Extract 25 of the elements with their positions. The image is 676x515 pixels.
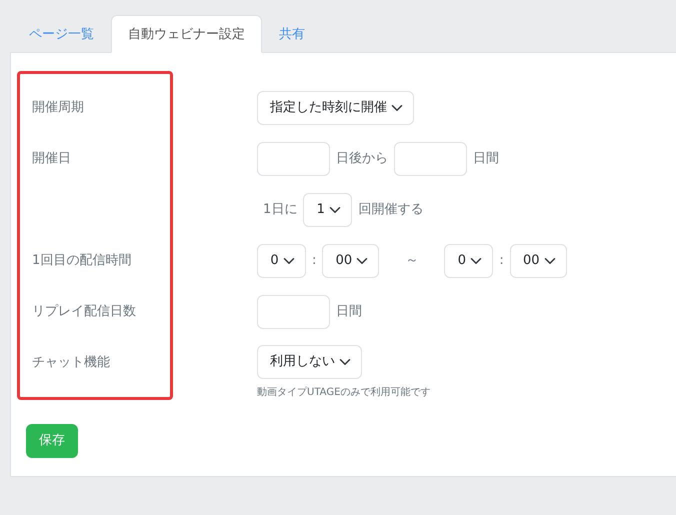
input-field[interactable] (257, 294, 330, 328)
field-label: 日間 (473, 150, 499, 168)
dropdown[interactable]: 1 (303, 192, 352, 226)
range-separator: ～ (405, 252, 418, 270)
field-label: : (312, 252, 316, 270)
field-label: チャット機能 (32, 354, 110, 372)
field-label: : (499, 252, 504, 270)
dropdown[interactable]: 指定した時刻に開催 (257, 90, 414, 124)
field-label: 日間 (336, 302, 362, 321)
field-label: 1回目の配信時間 (32, 252, 132, 270)
input-field[interactable] (394, 142, 467, 176)
field-label: 開催日 (32, 150, 71, 168)
help-text: 動画タイプUTAGEのみで利用可能です (257, 386, 430, 400)
dropdown[interactable]: 00 (510, 244, 567, 278)
field-label: リプレイ配信日数 (32, 302, 136, 321)
field-label: 開催周期 (32, 98, 84, 117)
dropdown[interactable]: 0 (444, 244, 494, 278)
dropdown[interactable]: 00 (322, 244, 380, 278)
dropdown[interactable]: 利用しない (257, 345, 362, 379)
input-field[interactable] (257, 142, 330, 176)
field-label: 回開催する (358, 200, 424, 219)
tab[interactable]: 自動ウェビナー設定 (111, 15, 262, 53)
dropdown[interactable]: 0 (257, 244, 306, 278)
field-label: 1日に (263, 200, 298, 219)
field-label: 日後から (336, 150, 388, 168)
